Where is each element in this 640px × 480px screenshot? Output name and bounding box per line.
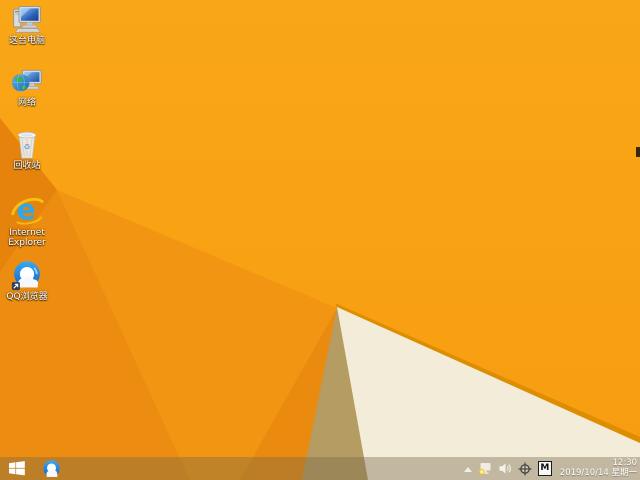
taskbar-clock[interactable]: 12:30 2019/10/14 星期一 <box>558 458 637 478</box>
this-pc-icon <box>13 6 42 33</box>
taskbar-qq-browser-button[interactable] <box>38 457 64 480</box>
wallpaper <box>0 0 640 480</box>
icon-label-network: 网络 <box>17 98 36 108</box>
dark-mark <box>636 147 640 157</box>
network-icon <box>12 69 42 92</box>
icon-label-internet-explorer: Internet Explorer <box>8 228 46 248</box>
windows-logo-icon <box>9 461 25 476</box>
desktop-icon-recycle-bin[interactable]: ♻ 回收站 <box>0 128 54 171</box>
internet-explorer-icon: e <box>11 193 44 226</box>
qq-browser-taskbar-icon <box>42 460 60 477</box>
clock-date: 2019/10/14 星期一 <box>559 467 637 478</box>
input-method-indicator[interactable]: M <box>537 461 552 476</box>
tray-crosshair-icon[interactable] <box>518 462 532 476</box>
system-tray: M 12:30 2019/10/14 星期一 <box>463 458 640 478</box>
desktop-icon-internet-explorer[interactable]: e Internet Explorer <box>0 193 54 248</box>
taskbar: M 12:30 2019/10/14 星期一 <box>0 457 640 480</box>
network-status-icon[interactable] <box>478 462 493 476</box>
volume-icon[interactable] <box>499 462 512 475</box>
recycle-bin-icon: ♻ <box>17 131 37 159</box>
icon-label-this-pc: 这台电脑 <box>8 36 45 46</box>
desktop-icon-network[interactable]: 网络 <box>0 65 54 108</box>
desktop-icon-this-pc[interactable]: 这台电脑 <box>0 3 54 46</box>
desktop-icon-qq-browser[interactable]: QQ浏览器 <box>0 259 54 302</box>
start-button[interactable] <box>4 457 30 480</box>
qq-browser-icon <box>11 261 40 291</box>
show-hidden-icons-button[interactable] <box>463 467 472 472</box>
icon-label-qq-browser: QQ浏览器 <box>6 292 48 302</box>
desktop-screen: 这台电脑 网络 ♻ 回收站 e Internet Explorer QQ浏览器 … <box>0 0 640 480</box>
icon-label-recycle-bin: 回收站 <box>13 161 41 171</box>
svg-text:♻: ♻ <box>23 142 30 151</box>
